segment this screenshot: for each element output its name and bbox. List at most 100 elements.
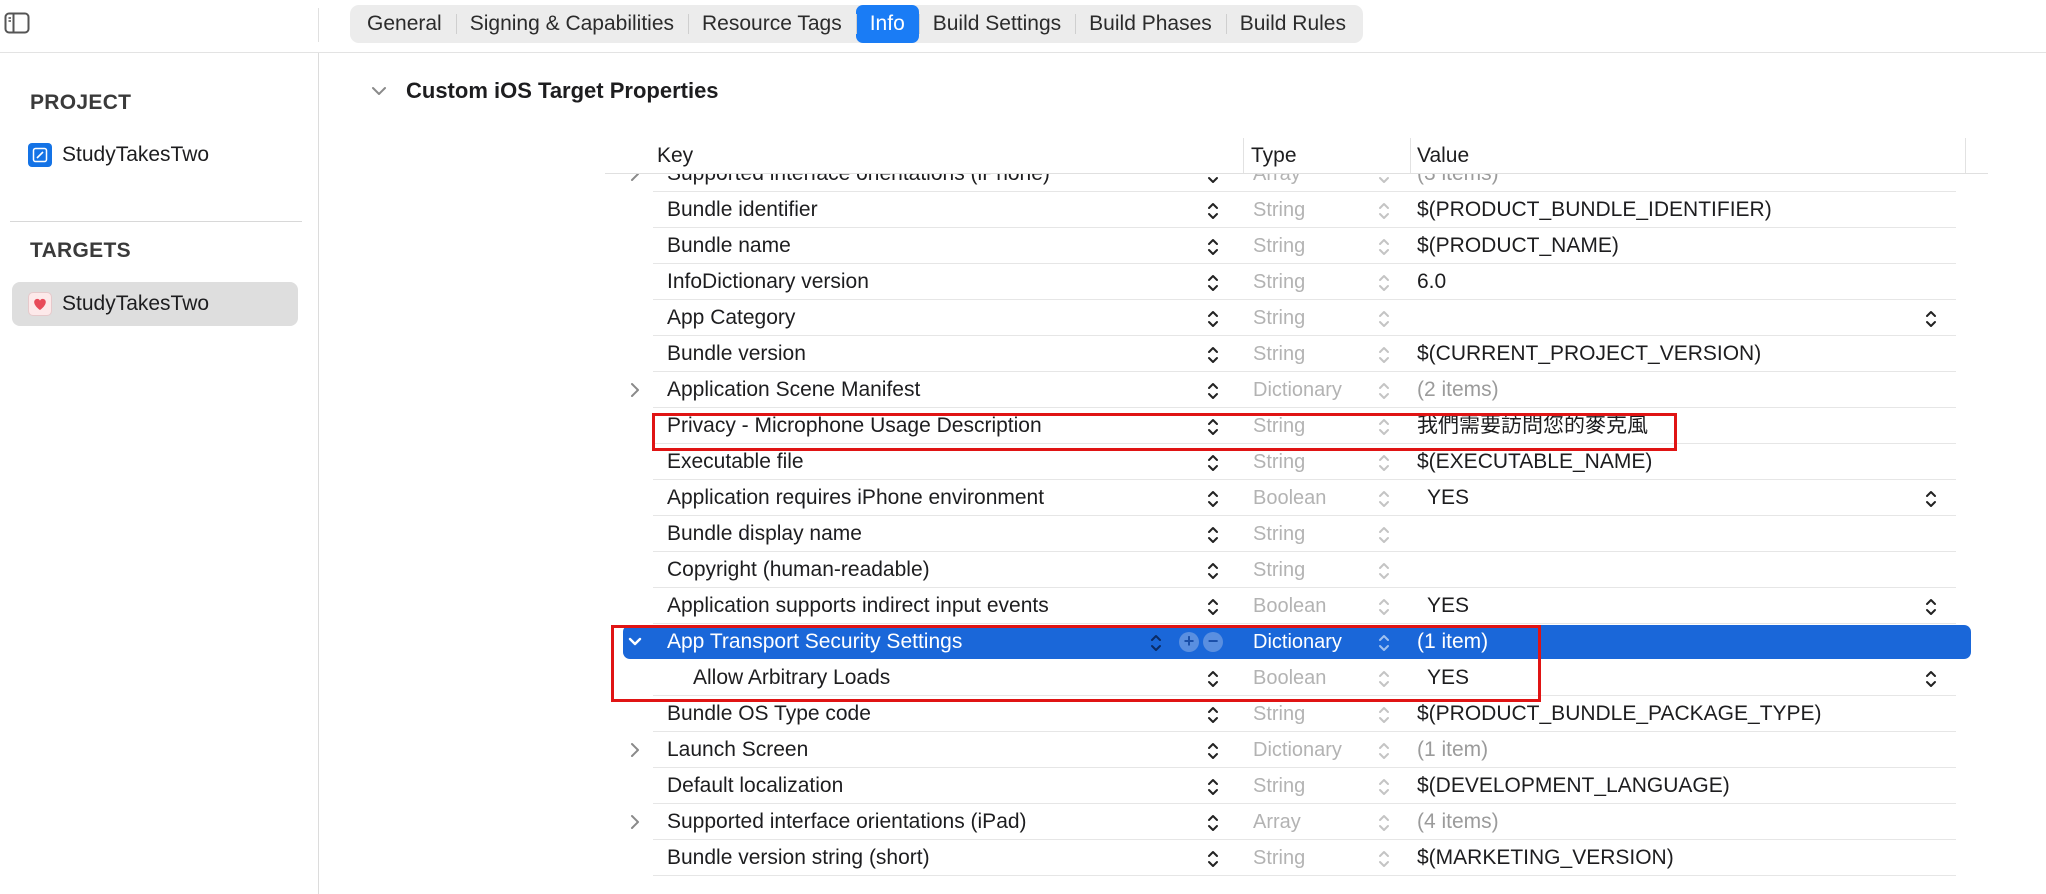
key-stepper-icon[interactable] — [1206, 174, 1220, 186]
table-row[interactable]: Launch Screen Dictionary (1 item) — [605, 732, 1988, 768]
row-type[interactable]: String — [1253, 444, 1305, 480]
section-header[interactable]: Custom iOS Target Properties — [370, 74, 719, 108]
type-stepper-icon[interactable] — [1377, 236, 1391, 258]
type-stepper-icon[interactable] — [1377, 380, 1391, 402]
key-stepper-icon[interactable] — [1206, 488, 1220, 510]
key-stepper-icon[interactable] — [1149, 632, 1163, 654]
type-stepper-icon[interactable] — [1377, 740, 1391, 762]
row-key[interactable]: App Category — [667, 300, 795, 336]
key-stepper-icon[interactable] — [1206, 272, 1220, 294]
row-value[interactable]: YES — [1427, 660, 1469, 696]
row-key[interactable]: Executable file — [667, 444, 804, 480]
row-value[interactable]: YES — [1427, 480, 1469, 516]
key-stepper-icon[interactable] — [1206, 200, 1220, 222]
tab-resource-tags[interactable]: Resource Tags — [688, 5, 856, 43]
table-row[interactable]: Application supports indirect input even… — [605, 588, 1988, 624]
key-stepper-icon[interactable] — [1206, 776, 1220, 798]
key-stepper-icon[interactable] — [1206, 848, 1220, 870]
type-stepper-icon[interactable] — [1377, 560, 1391, 582]
row-value[interactable]: YES — [1427, 588, 1469, 624]
type-stepper-icon[interactable] — [1377, 272, 1391, 294]
type-stepper-icon[interactable] — [1377, 596, 1391, 618]
row-type[interactable]: String — [1253, 300, 1305, 336]
row-value[interactable]: (1 item) — [1417, 624, 1488, 660]
row-value[interactable]: $(PRODUCT_NAME) — [1417, 228, 1619, 264]
key-stepper-icon[interactable] — [1206, 308, 1220, 330]
type-stepper-icon[interactable] — [1377, 704, 1391, 726]
row-type[interactable]: Dictionary — [1253, 372, 1342, 408]
row-key[interactable]: Privacy - Microphone Usage Description — [667, 408, 1042, 444]
row-type[interactable]: Array — [1253, 174, 1301, 192]
key-stepper-icon[interactable] — [1206, 380, 1220, 402]
type-stepper-icon[interactable] — [1377, 524, 1391, 546]
row-key[interactable]: Application requires iPhone environment — [667, 480, 1044, 516]
row-type[interactable]: Boolean — [1253, 588, 1326, 624]
project-item[interactable]: StudyTakesTwo — [12, 133, 298, 177]
row-type[interactable]: Dictionary — [1253, 624, 1342, 660]
key-stepper-icon[interactable] — [1206, 344, 1220, 366]
chevron-right-icon[interactable] — [628, 813, 642, 831]
type-stepper-icon[interactable] — [1377, 174, 1391, 186]
row-key[interactable]: Allow Arbitrary Loads — [693, 660, 890, 696]
value-stepper-icon[interactable] — [1924, 668, 1938, 690]
target-item[interactable]: StudyTakesTwo — [12, 282, 298, 326]
row-key[interactable]: Application supports indirect input even… — [667, 588, 1049, 624]
row-value[interactable]: (4 items) — [1417, 804, 1499, 840]
row-type[interactable]: String — [1253, 768, 1305, 804]
row-type[interactable]: String — [1253, 696, 1305, 732]
table-row[interactable]: Bundle OS Type code String $(PRODUCT_BUNDL… — [605, 696, 1988, 732]
row-key[interactable]: Default localization — [667, 768, 843, 804]
type-stepper-icon[interactable] — [1377, 452, 1391, 474]
type-stepper-icon[interactable] — [1377, 416, 1391, 438]
chevron-down-icon[interactable] — [370, 85, 388, 97]
row-type[interactable]: String — [1253, 840, 1305, 876]
key-stepper-icon[interactable] — [1206, 812, 1220, 834]
row-value[interactable]: 我們需要訪問您的麥克風 — [1417, 408, 1648, 444]
table-row[interactable]: InfoDictionary version String 6.0 — [605, 264, 1988, 300]
chevron-right-icon[interactable] — [628, 174, 642, 183]
type-stepper-icon[interactable] — [1377, 668, 1391, 690]
row-value[interactable]: (3 items) — [1417, 174, 1499, 192]
tab-build-settings[interactable]: Build Settings — [918, 5, 1075, 43]
table-row[interactable]: Supported interface orientations (iPad) A… — [605, 804, 1988, 840]
row-type[interactable]: String — [1253, 264, 1305, 300]
row-type[interactable]: Boolean — [1253, 480, 1326, 516]
row-value[interactable]: (1 item) — [1417, 732, 1488, 768]
row-type[interactable]: String — [1253, 516, 1305, 552]
table-row-selected[interactable]: App Transport Security Settings + − Diction… — [605, 624, 1988, 660]
tab-build-rules[interactable]: Build Rules — [1225, 5, 1360, 43]
table-row[interactable]: Executable file String $(EXECUTABLE_NAME) — [605, 444, 1988, 480]
row-value[interactable]: $(EXECUTABLE_NAME) — [1417, 444, 1652, 480]
key-stepper-icon[interactable] — [1206, 560, 1220, 582]
key-stepper-icon[interactable] — [1206, 416, 1220, 438]
table-row[interactable]: App Category String — [605, 300, 1988, 336]
row-value[interactable]: $(DEVELOPMENT_LANGUAGE) — [1417, 768, 1730, 804]
key-stepper-icon[interactable] — [1206, 668, 1220, 690]
table-row[interactable]: Copyright (human-readable) String — [605, 552, 1988, 588]
row-type[interactable]: String — [1253, 408, 1305, 444]
row-value[interactable]: $(PRODUCT_BUNDLE_PACKAGE_TYPE) — [1417, 696, 1822, 732]
row-key[interactable]: Application Scene Manifest — [667, 372, 920, 408]
type-stepper-icon[interactable] — [1377, 344, 1391, 366]
value-stepper-icon[interactable] — [1924, 488, 1938, 510]
row-key[interactable]: Bundle OS Type code — [667, 696, 871, 732]
row-type[interactable]: Array — [1253, 804, 1301, 840]
row-value[interactable]: 6.0 — [1417, 264, 1446, 300]
type-stepper-icon[interactable] — [1377, 776, 1391, 798]
table-row[interactable]: Application Scene Manifest Dictionary (2 i… — [605, 372, 1988, 408]
table-row[interactable]: Privacy - Microphone Usage Description St… — [605, 408, 1988, 444]
row-type[interactable]: Boolean — [1253, 660, 1326, 696]
type-stepper-icon[interactable] — [1377, 200, 1391, 222]
row-key[interactable]: Launch Screen — [667, 732, 808, 768]
row-key[interactable]: App Transport Security Settings — [667, 624, 962, 660]
row-value[interactable]: $(MARKETING_VERSION) — [1417, 840, 1674, 876]
column-header-key[interactable]: Key — [657, 138, 693, 173]
column-header-type[interactable]: Type — [1251, 138, 1297, 173]
key-stepper-icon[interactable] — [1206, 704, 1220, 726]
row-key[interactable]: Bundle display name — [667, 516, 862, 552]
type-stepper-icon[interactable] — [1377, 812, 1391, 834]
chevron-down-icon[interactable] — [628, 633, 642, 651]
table-row[interactable]: Allow Arbitrary Loads Boolean YES — [605, 660, 1988, 696]
sidebar-toggle-icon[interactable] — [4, 12, 30, 34]
tab-build-phases[interactable]: Build Phases — [1075, 5, 1226, 43]
